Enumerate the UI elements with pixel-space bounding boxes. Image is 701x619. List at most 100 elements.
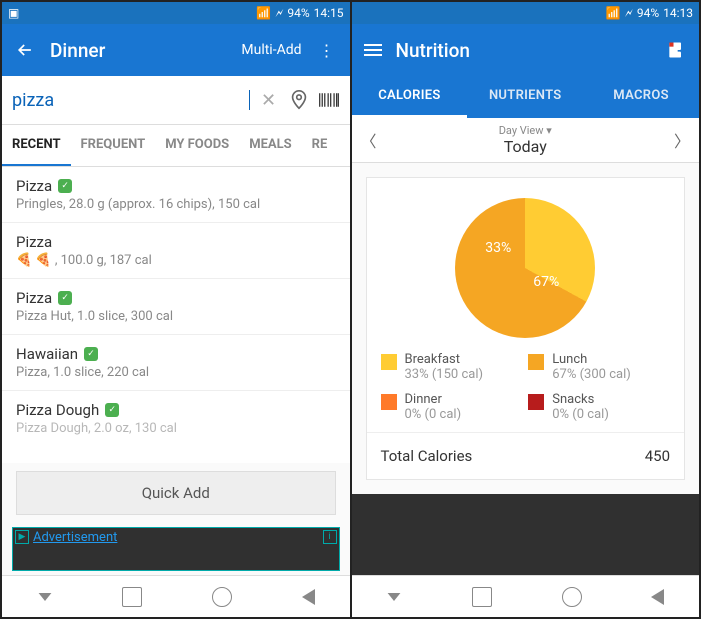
tab-calories[interactable]: CALORIES xyxy=(352,76,468,118)
tab-recent[interactable]: RECENT xyxy=(2,125,71,166)
nav-down-icon[interactable] xyxy=(38,593,51,601)
food-name: Pizza xyxy=(16,177,52,195)
quick-add-button[interactable]: Quick Add xyxy=(16,471,336,515)
battery-icon: 🗲 xyxy=(625,6,633,21)
battery-pct: 94% xyxy=(287,6,309,20)
tab-macros[interactable]: MACROS xyxy=(583,76,699,118)
food-name: Pizza xyxy=(16,289,52,307)
app-bar: Nutrition xyxy=(352,24,700,76)
food-name: Hawaiian xyxy=(16,345,78,363)
food-detail: Pizza, 1.0 slice, 220 cal xyxy=(16,365,336,380)
legend-dinner: Dinner0% (0 cal) xyxy=(381,392,523,422)
legend: Breakfast33% (150 cal) Lunch67% (300 cal… xyxy=(381,352,671,422)
view-mode: Day View ▾ xyxy=(380,124,672,137)
date-display[interactable]: Day View ▾ Today xyxy=(380,124,672,156)
status-bar: 📶 🗲 94% 14:13 xyxy=(352,2,700,24)
legend-label: Snacks xyxy=(552,392,609,407)
clear-icon[interactable]: ✕ xyxy=(258,89,280,111)
pie-pct-breakfast: 33% xyxy=(485,240,511,256)
legend-label: Lunch xyxy=(552,352,631,367)
total-row: Total Calories 450 xyxy=(367,432,685,479)
list-item[interactable]: Pizza ✓ Pringles, 28.0 g (approx. 16 chip… xyxy=(2,167,350,223)
food-detail: 🍕 🍕 , 100.0 g, 187 cal xyxy=(16,253,336,268)
legend-sub: 0% (0 cal) xyxy=(552,407,609,422)
nav-back-icon[interactable] xyxy=(651,589,664,605)
back-icon[interactable] xyxy=(14,39,36,61)
search-input[interactable] xyxy=(12,82,250,118)
overflow-icon[interactable]: ⋮ xyxy=(316,39,338,61)
multi-add-button[interactable]: Multi-Add xyxy=(241,42,301,58)
ad-banner[interactable]: ▶ Advertisement i xyxy=(12,527,340,571)
verified-icon: ✓ xyxy=(105,403,119,417)
swatch-icon xyxy=(381,394,397,410)
swatch-icon xyxy=(528,394,544,410)
verified-icon: ✓ xyxy=(84,347,98,361)
nav-down-icon[interactable] xyxy=(388,593,401,601)
search-row: ✕ xyxy=(2,76,350,125)
ad-label: Advertisement xyxy=(33,530,117,545)
system-nav xyxy=(2,575,350,617)
wifi-icon: 📶 xyxy=(606,6,621,20)
food-name: Pizza Dough xyxy=(16,401,99,419)
total-value: 450 xyxy=(645,447,670,465)
total-label: Total Calories xyxy=(381,447,473,465)
location-icon[interactable] xyxy=(288,89,310,111)
legend-sub: 67% (300 cal) xyxy=(552,367,631,382)
swatch-icon xyxy=(381,354,397,370)
page-title: Nutrition xyxy=(396,39,470,62)
verified-icon: ✓ xyxy=(58,179,72,193)
calories-card: 33% 67% Breakfast33% (150 cal) Lunch67% … xyxy=(366,177,686,480)
date-label: Today xyxy=(380,137,672,156)
image-icon: ▣ xyxy=(8,6,19,20)
prev-day-icon[interactable]: 〈 xyxy=(358,129,380,151)
list-item[interactable]: Pizza 🍕 🍕 , 100.0 g, 187 cal xyxy=(2,223,350,279)
food-detail: Pringles, 28.0 g (approx. 16 chips), 150… xyxy=(16,197,336,212)
legend-lunch: Lunch67% (300 cal) xyxy=(528,352,670,382)
pie-chart: 33% 67% xyxy=(455,198,595,338)
ad-info-icon[interactable]: i xyxy=(323,530,337,544)
legend-label: Dinner xyxy=(405,392,462,407)
search-field[interactable] xyxy=(12,90,251,111)
battery-pct: 94% xyxy=(637,6,659,20)
pie-pct-lunch: 67% xyxy=(533,274,559,290)
barcode-icon[interactable] xyxy=(318,89,340,111)
list-item[interactable]: Pizza ✓ Pizza Hut, 1.0 slice, 300 cal xyxy=(2,279,350,335)
app-bar: Dinner Multi-Add ⋮ xyxy=(2,24,350,76)
nutrition-screen: 📶 🗲 94% 14:13 Nutrition CALORIES NUTRIEN… xyxy=(352,2,700,617)
swatch-icon xyxy=(528,354,544,370)
page-title: Dinner xyxy=(50,39,105,62)
food-detail: Pizza Hut, 1.0 slice, 300 cal xyxy=(16,309,336,324)
food-list: Pizza ✓ Pringles, 28.0 g (approx. 16 chip… xyxy=(2,167,350,463)
menu-icon[interactable] xyxy=(364,41,382,59)
battery-icon: 🗲 xyxy=(275,6,283,21)
tab-my-foods[interactable]: MY FOODS xyxy=(155,125,239,166)
tab-frequent[interactable]: FREQUENT xyxy=(71,125,156,166)
tab-nutrients[interactable]: NUTRIENTS xyxy=(467,76,583,118)
next-day-icon[interactable]: 〉 xyxy=(671,129,693,151)
nav-recent-icon[interactable] xyxy=(472,587,492,607)
nav-home-icon[interactable] xyxy=(562,587,582,607)
legend-breakfast: Breakfast33% (150 cal) xyxy=(381,352,523,382)
food-name: Pizza xyxy=(16,233,52,251)
legend-label: Breakfast xyxy=(405,352,484,367)
list-item[interactable]: Hawaiian ✓ Pizza, 1.0 slice, 220 cal xyxy=(2,335,350,391)
verified-icon: ✓ xyxy=(58,291,72,305)
list-item[interactable]: Pizza Dough ✓ Pizza Dough, 2.0 oz, 130 ca… xyxy=(2,391,350,446)
dinner-screen: ▣ 📶 🗲 94% 14:15 Dinner Multi-Add ⋮ ✕ REC… xyxy=(2,2,352,617)
export-icon[interactable] xyxy=(665,39,687,61)
status-bar: ▣ 📶 🗲 94% 14:15 xyxy=(2,2,350,24)
date-selector: 〈 Day View ▾ Today 〉 xyxy=(352,118,700,163)
tab-recipes[interactable]: RE xyxy=(302,125,338,166)
tab-meals[interactable]: MEALS xyxy=(239,125,301,166)
legend-sub: 0% (0 cal) xyxy=(405,407,462,422)
nav-recent-icon[interactable] xyxy=(122,587,142,607)
ad-space xyxy=(352,494,700,575)
food-tabs: RECENT FREQUENT MY FOODS MEALS RE xyxy=(2,125,350,167)
system-nav xyxy=(352,575,700,617)
nav-home-icon[interactable] xyxy=(212,587,232,607)
food-detail: Pizza Dough, 2.0 oz, 130 cal xyxy=(16,421,336,436)
clock: 14:13 xyxy=(663,6,693,20)
nav-back-icon[interactable] xyxy=(302,589,315,605)
legend-sub: 33% (150 cal) xyxy=(405,367,484,382)
wifi-icon: 📶 xyxy=(256,6,271,20)
